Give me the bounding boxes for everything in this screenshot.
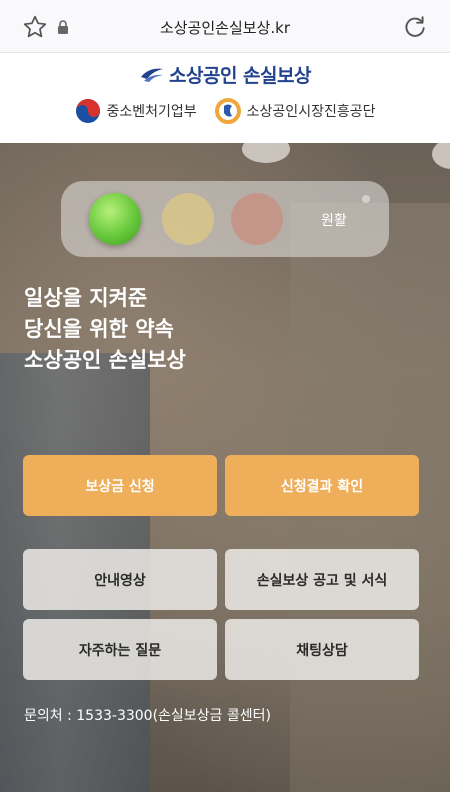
partner-mss: 중소벤처기업부 bbox=[75, 98, 197, 124]
faq-button[interactable]: 자주하는 질문 bbox=[23, 619, 217, 680]
check-result-button[interactable]: 신청결과 확인 bbox=[225, 455, 419, 516]
partner-semas: 소상공인시장진흥공단 bbox=[214, 98, 376, 124]
url-text[interactable]: 소상공인손실보상.kr bbox=[0, 17, 450, 38]
brand-logo-icon bbox=[141, 68, 164, 82]
yellow-light-icon bbox=[162, 193, 214, 245]
semas-logo-icon bbox=[214, 98, 241, 124]
guide-video-button[interactable]: 안내영상 bbox=[23, 549, 217, 610]
partner-name: 소상공인시장진흥공단 bbox=[246, 104, 376, 120]
taegeuk-icon bbox=[75, 99, 100, 123]
site-title: 소상공인 손실보상 bbox=[169, 64, 311, 87]
contact-info: 문의처 : 1533-3300(손실보상금 콜센터) bbox=[24, 708, 271, 724]
browser-url-bar: 소상공인손실보상.kr bbox=[0, 0, 450, 53]
site-brand[interactable]: 소상공인 손실보상 bbox=[0, 59, 450, 89]
hero-section: 원활 일상을 지켜준 당신을 위한 약속 소상공인 손실보상 보상금 신청 신청… bbox=[0, 143, 450, 792]
partner-logos: 중소벤처기업부 소상공인시장진흥공단 bbox=[0, 96, 450, 126]
red-light-icon bbox=[231, 193, 283, 245]
notice-forms-button[interactable]: 손실보상 공고 및 서식 bbox=[225, 549, 419, 610]
background-light bbox=[242, 143, 290, 163]
traffic-status-label: 원활 bbox=[321, 213, 347, 229]
apply-button[interactable]: 보상금 신청 bbox=[23, 455, 217, 516]
slogan-line: 소상공인 손실보상 bbox=[24, 348, 186, 372]
slogan-line: 당신을 위한 약속 bbox=[24, 317, 174, 341]
background-light bbox=[432, 143, 450, 169]
reload-icon[interactable] bbox=[402, 14, 428, 40]
slogan-line: 일상을 지켜준 bbox=[24, 286, 148, 310]
traffic-light-status: 원활 bbox=[61, 181, 389, 257]
hero-slogan: 일상을 지켜준 당신을 위한 약속 소상공인 손실보상 bbox=[24, 283, 186, 376]
site-header: 소상공인 손실보상 중소벤처기업부 소상공인시장진흥공단 bbox=[0, 53, 450, 143]
partner-name: 중소벤처기업부 bbox=[106, 104, 197, 120]
chat-button[interactable]: 채팅상담 bbox=[225, 619, 419, 680]
green-light-icon bbox=[89, 193, 141, 245]
